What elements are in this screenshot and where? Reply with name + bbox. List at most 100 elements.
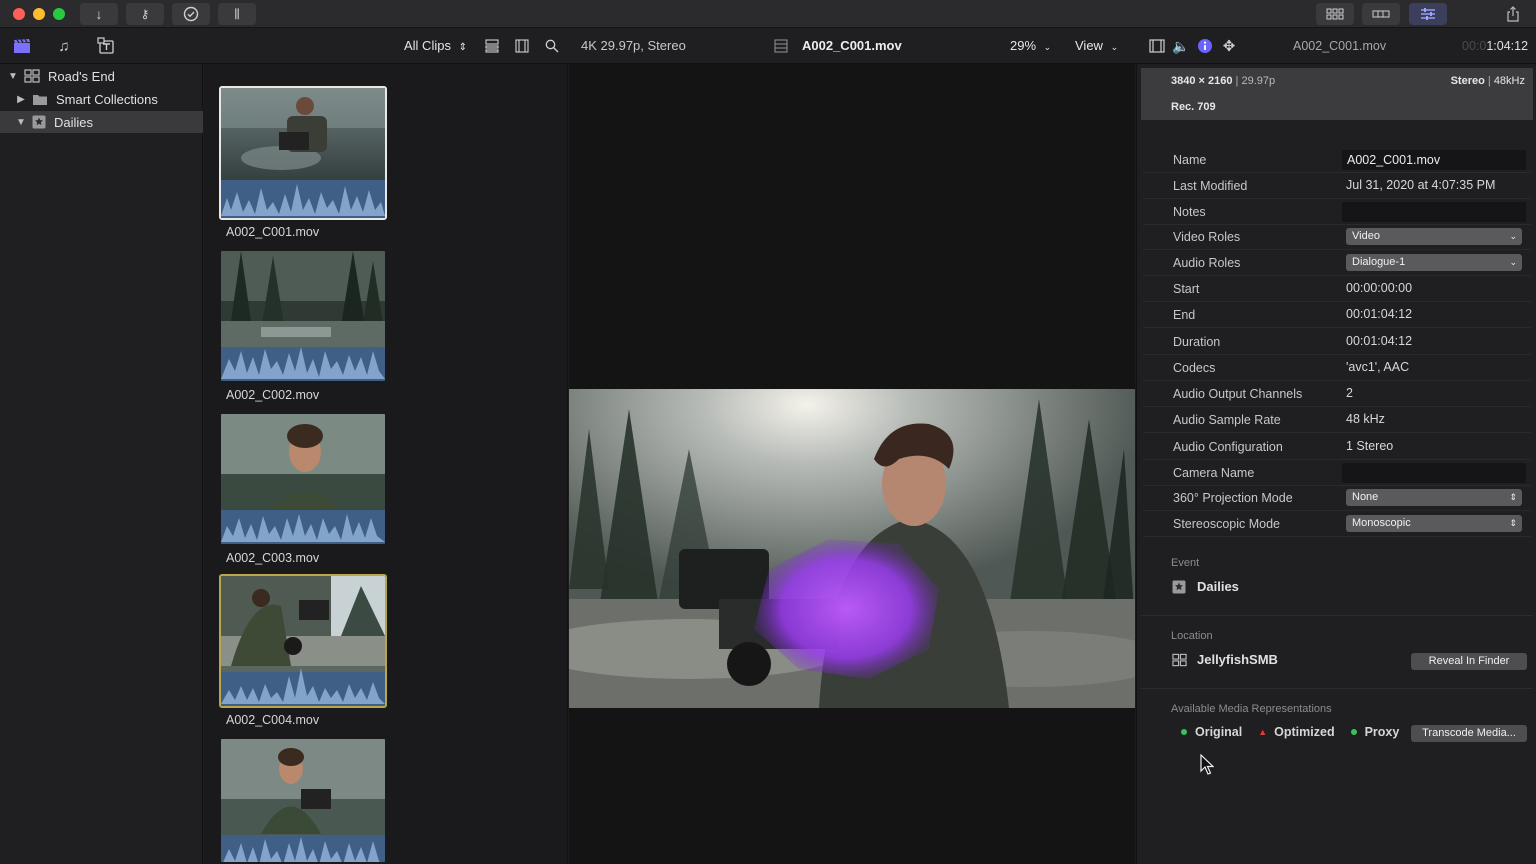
- chevron-down-icon: ⌄: [1509, 231, 1517, 241]
- libraries-button[interactable]: [12, 36, 32, 56]
- zoom-window-button[interactable]: [53, 8, 65, 20]
- viewer-frame[interactable]: [569, 389, 1135, 708]
- clip-thumbnail[interactable]: [219, 574, 387, 708]
- audio-sample: 48kHz: [1493, 75, 1525, 87]
- property-row: 360° Projection Mode None ⇕: [1143, 485, 1531, 511]
- library-icon: [1172, 653, 1187, 666]
- clip-thumbnail-image: [221, 88, 385, 218]
- sidebar-item-label: Smart Collections: [56, 91, 158, 107]
- reveal-in-finder-button[interactable]: Reveal In Finder: [1411, 653, 1527, 670]
- clip-thumbnail-image: [221, 414, 385, 544]
- property-row: Codecs 'avc1', AAC: [1143, 355, 1531, 381]
- status-dot-icon: [1181, 729, 1187, 735]
- key-icon: ⚷: [140, 7, 150, 21]
- clip-thumbnail-image: [221, 739, 385, 862]
- property-input[interactable]: [1342, 463, 1526, 483]
- clip-thumbnail[interactable]: [219, 249, 387, 383]
- property-label: Last Modified: [1173, 179, 1248, 193]
- location-name: JellyfishSMB: [1197, 652, 1278, 667]
- speaker-icon: 🔈: [1172, 37, 1190, 54]
- inspector-timecode: 00:01:04:12: [1462, 39, 1528, 53]
- property-selected-value: Video: [1352, 230, 1380, 242]
- share-button[interactable]: [1497, 3, 1529, 25]
- clip-thumbnail[interactable]: [219, 737, 387, 864]
- clip-item[interactable]: [219, 737, 387, 864]
- photos-audio-button[interactable]: ♫: [54, 36, 74, 56]
- property-selected-value: None: [1352, 491, 1379, 503]
- disclosure-triangle-icon[interactable]: ▶: [16, 94, 26, 105]
- transcode-media-button[interactable]: Transcode Media...: [1411, 725, 1527, 742]
- location-section-label: Location: [1171, 630, 1213, 642]
- titles-generators-button[interactable]: [96, 36, 116, 56]
- search-button[interactable]: [542, 36, 562, 56]
- sidebar-item-library[interactable]: ▼ Road's End: [0, 65, 203, 87]
- property-label: Name: [1173, 153, 1207, 167]
- property-input[interactable]: A002_C001.mov: [1342, 150, 1526, 170]
- clip-thumbnail[interactable]: [219, 412, 387, 546]
- share-inspector-tab[interactable]: ✥: [1219, 36, 1239, 56]
- clip-item[interactable]: A002_C004.mov: [219, 574, 387, 727]
- zoom-menu[interactable]: 29% ⌄: [1010, 38, 1051, 53]
- sidebar-item-dailies[interactable]: ▼ Dailies: [0, 111, 203, 133]
- property-row: Camera Name: [1143, 460, 1531, 486]
- zoom-value: 29%: [1010, 38, 1037, 53]
- event-section-label: Event: [1171, 557, 1200, 569]
- close-window-button[interactable]: [13, 8, 25, 20]
- info-inspector-tab[interactable]: [1195, 36, 1215, 56]
- list-view-icon: [485, 39, 499, 53]
- filmstrip-view-button[interactable]: [512, 36, 532, 56]
- audio-format: Stereo: [1450, 75, 1485, 87]
- sidebar-item-smart-collections[interactable]: ▶ Smart Collections: [0, 88, 203, 110]
- view-menu[interactable]: View ⌄: [1075, 38, 1118, 53]
- share-icon: [1507, 6, 1519, 22]
- property-selected-value: Monoscopic: [1352, 517, 1411, 529]
- property-row: Name A002_C001.mov: [1143, 147, 1531, 173]
- mouse-cursor-icon: [1200, 754, 1214, 775]
- clip-appearance-button[interactable]: [482, 36, 502, 56]
- clip-name: A002_C004.mov: [226, 713, 320, 727]
- property-label: Audio Configuration: [1173, 440, 1283, 454]
- property-stepper[interactable]: Monoscopic ⇕: [1346, 515, 1522, 532]
- disclosure-triangle-icon[interactable]: ▼: [16, 117, 26, 128]
- clip-item[interactable]: A002_C003.mov: [219, 412, 387, 565]
- clip-filter-menu[interactable]: All Clips ⇕: [404, 38, 467, 53]
- clip-thumbnail-image: [221, 576, 385, 706]
- property-input[interactable]: [1342, 202, 1526, 222]
- property-row: Video Roles Video ⌄: [1143, 224, 1531, 250]
- event-name: Dailies: [1197, 579, 1239, 594]
- library-icon: [24, 69, 40, 83]
- audio-meters-button[interactable]: ⫼: [218, 3, 256, 25]
- clip-item[interactable]: A002_C002.mov: [219, 249, 387, 402]
- audio-inspector-tab[interactable]: 🔈: [1171, 36, 1191, 56]
- property-dropdown[interactable]: Dialogue-1 ⌄: [1346, 254, 1522, 271]
- inspector-toggle-button[interactable]: [1409, 3, 1447, 25]
- move-arrows-icon: ✥: [1222, 38, 1236, 55]
- property-stepper[interactable]: None ⇕: [1346, 489, 1522, 506]
- minimize-window-button[interactable]: [33, 8, 45, 20]
- property-row: Start 00:00:00:00: [1143, 276, 1531, 302]
- view-label: View: [1075, 38, 1103, 53]
- property-value: 48 kHz: [1346, 412, 1385, 426]
- main-toolbar: ♫ All Clips ⇕ 4K 29.97p, Stereo A002_C00…: [0, 28, 1536, 64]
- property-row: Duration 00:01:04:12: [1143, 329, 1531, 355]
- browser-toggle-button[interactable]: [1316, 3, 1354, 25]
- event-star-icon: [1172, 580, 1186, 593]
- up-down-arrow-icon: ⇕: [1509, 492, 1517, 502]
- video-inspector-tab[interactable]: [1147, 36, 1167, 56]
- up-down-arrow-icon: ⇕: [1509, 518, 1517, 528]
- clip-item[interactable]: A002_C001.mov: [219, 86, 387, 239]
- background-tasks-button[interactable]: [172, 3, 210, 25]
- property-label: Notes: [1173, 205, 1206, 219]
- property-dropdown[interactable]: Video ⌄: [1346, 228, 1522, 245]
- film-frame-icon: [774, 39, 788, 53]
- disclosure-triangle-icon[interactable]: ▼: [8, 71, 18, 82]
- timeline-toggle-button[interactable]: [1362, 3, 1400, 25]
- inspector-clip-name: A002_C001.mov: [1293, 39, 1387, 53]
- media-representations-label: Available Media Representations: [1171, 703, 1332, 715]
- keywords-button[interactable]: ⚷: [126, 3, 164, 25]
- import-button[interactable]: ↓: [80, 3, 118, 25]
- clip-thumbnail[interactable]: [219, 86, 387, 220]
- clapper-icon: [14, 38, 30, 53]
- inspector-adjust-icon: [1421, 8, 1435, 20]
- clip-browser: A002_C001.mov A002_C002.mov A002_C003.mo…: [204, 64, 568, 864]
